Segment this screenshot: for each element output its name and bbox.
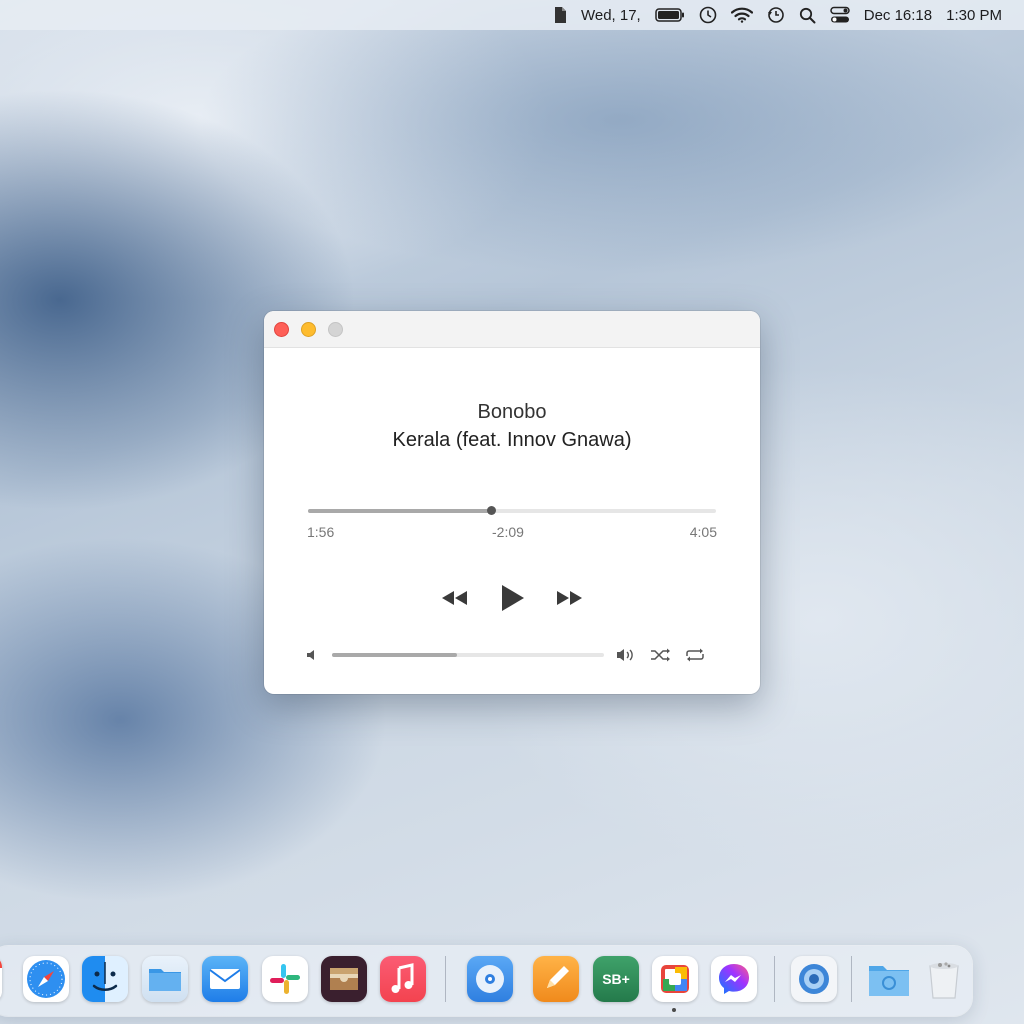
dock-trash[interactable] — [921, 956, 967, 1002]
volume-low-icon[interactable] — [306, 648, 318, 662]
messenger-icon — [719, 964, 749, 994]
globe-icon — [799, 964, 829, 994]
zoom-button[interactable] — [328, 321, 343, 337]
menubar-date[interactable]: Wed, 17, — [581, 7, 641, 24]
dock-finder-app[interactable] — [82, 956, 128, 1002]
rewind-button[interactable] — [440, 588, 470, 608]
document-icon[interactable] — [553, 6, 567, 24]
volume-row — [306, 645, 718, 665]
music-player-window: Bonobo Kerala (feat. Innov Gnawa) 1:56 -… — [264, 311, 760, 694]
clock-icon[interactable] — [699, 6, 717, 24]
sb-plus-label: SB+ — [602, 971, 630, 987]
search-icon[interactable] — [799, 7, 816, 24]
close-button[interactable] — [274, 321, 289, 337]
dock-slack-app[interactable] — [262, 956, 308, 1002]
fast-forward-button[interactable] — [554, 588, 584, 608]
remaining-time: -2:09 — [492, 524, 524, 540]
volume-fill — [332, 653, 458, 657]
minimize-button[interactable] — [301, 321, 316, 337]
control-center-icon[interactable] — [829, 6, 850, 24]
downloads-folder-icon — [869, 966, 909, 996]
dock-separator-2 — [774, 956, 775, 1002]
folder-icon — [149, 969, 181, 991]
dock-safari-app[interactable] — [23, 956, 69, 1002]
repeat-icon[interactable] — [684, 647, 706, 663]
dock-photos-app[interactable] — [652, 956, 698, 1002]
progress-knob[interactable] — [486, 506, 496, 515]
menu-bar: Wed, 17, Dec 16:18 1:30 PM — [0, 0, 1024, 30]
shuffle-icon[interactable] — [650, 647, 672, 663]
running-indicator — [672, 1008, 676, 1012]
photos-icon — [661, 965, 689, 993]
safari-icon — [27, 960, 65, 998]
dock-separator-3 — [851, 956, 852, 1002]
dock-downloads-folder[interactable] — [866, 956, 912, 1002]
title-bar[interactable] — [264, 311, 760, 348]
slack-icon — [270, 964, 300, 994]
dock-calendar-app[interactable] — [0, 956, 2, 1002]
disk-icon — [476, 965, 504, 993]
volume-high-icon[interactable] — [616, 647, 638, 663]
play-icon — [502, 585, 524, 611]
playback-progress-slider[interactable] — [308, 506, 716, 515]
menubar-clock[interactable]: 1:30 PM — [946, 7, 1002, 24]
trash-icon — [929, 962, 959, 999]
dock-disk-utility-app[interactable] — [467, 956, 513, 1002]
dock-pages-app[interactable] — [533, 956, 579, 1002]
dock-mail-app[interactable] — [202, 956, 248, 1002]
rewind-icon — [442, 591, 467, 605]
dock: SB+ — [0, 946, 972, 1016]
total-time: 4:05 — [689, 524, 717, 540]
dock-files-app[interactable] — [142, 956, 188, 1002]
wallet-icon — [330, 968, 358, 990]
elapsed-time: 1:56 — [307, 524, 335, 540]
wifi-icon[interactable] — [730, 7, 753, 23]
dock-wallet-app[interactable] — [321, 956, 367, 1002]
menubar-datetime[interactable]: Dec 16:18 — [864, 7, 932, 24]
artist-name: Bonobo — [477, 401, 547, 423]
battery-icon[interactable] — [654, 8, 685, 22]
play-button[interactable] — [498, 583, 526, 613]
mail-icon — [209, 969, 241, 989]
volume-slider[interactable] — [332, 653, 604, 657]
time-machine-icon[interactable] — [767, 6, 785, 24]
fast-forward-icon — [557, 591, 582, 605]
pencil-icon — [547, 966, 569, 988]
dock-messenger-app[interactable] — [711, 956, 757, 1002]
dock-music-app[interactable] — [380, 956, 426, 1002]
calendar-icon — [0, 956, 2, 1002]
dock-separator — [445, 956, 446, 1002]
dock-sb-plus-app[interactable]: SB+ — [593, 956, 639, 1002]
transport-controls — [264, 583, 760, 613]
track-title: Kerala (feat. Innov Gnawa) — [392, 429, 632, 451]
dock-browser-app[interactable] — [791, 956, 837, 1002]
progress-fill — [308, 509, 491, 513]
finder-icon — [92, 962, 118, 991]
music-note-icon — [391, 963, 414, 993]
